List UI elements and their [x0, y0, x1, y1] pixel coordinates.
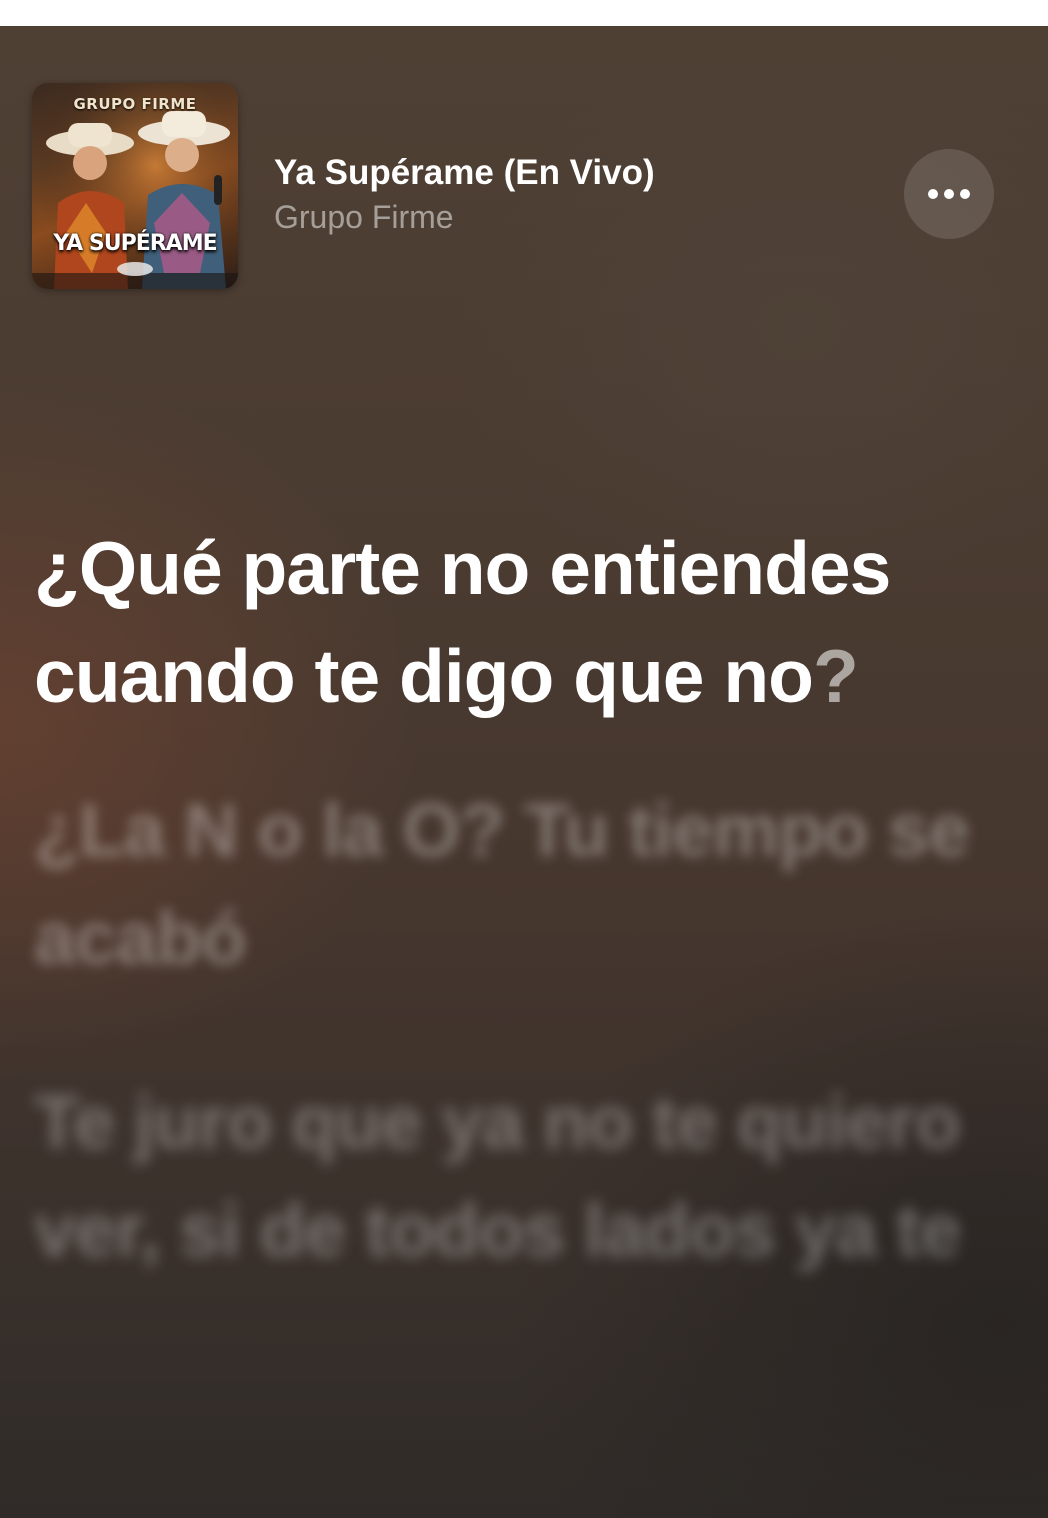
track-artist[interactable]: Grupo Firme — [274, 197, 874, 237]
lyric-line-later[interactable]: Te juro que ya no te quiero ver, si de t… — [34, 1068, 994, 1284]
album-art-top-text: GRUPO FIRME — [73, 95, 197, 113]
track-info: Ya Supérame (En Vivo) Grupo Firme — [274, 153, 874, 237]
lyric-line-active[interactable]: ¿Qué parte no entiendes cuando te digo q… — [34, 514, 994, 730]
lyrics-list: ¿Qué parte no entiendes cuando te digo q… — [34, 514, 994, 1284]
lyric-line-next[interactable]: ¿La N o la O? Tu tiempo se acabó — [34, 776, 994, 992]
album-art-bottom-text: YA SUPÉRAME — [53, 231, 217, 256]
lyric-pending-text: ? — [812, 634, 859, 718]
album-art-illustration — [32, 83, 238, 289]
now-playing-header: GRUPO FIRME YA SUPÉRAME Ya Supérame (En … — [32, 83, 1012, 289]
ellipsis-icon — [928, 189, 970, 199]
lyric-sung-text: ¿Qué parte no entiendes cuando te digo q… — [34, 526, 891, 718]
track-title[interactable]: Ya Supérame (En Vivo) — [274, 153, 874, 193]
album-art[interactable]: GRUPO FIRME YA SUPÉRAME — [32, 83, 238, 289]
more-options-button[interactable] — [904, 149, 994, 239]
lyrics-screen: GRUPO FIRME YA SUPÉRAME Ya Supérame (En … — [0, 26, 1048, 1518]
